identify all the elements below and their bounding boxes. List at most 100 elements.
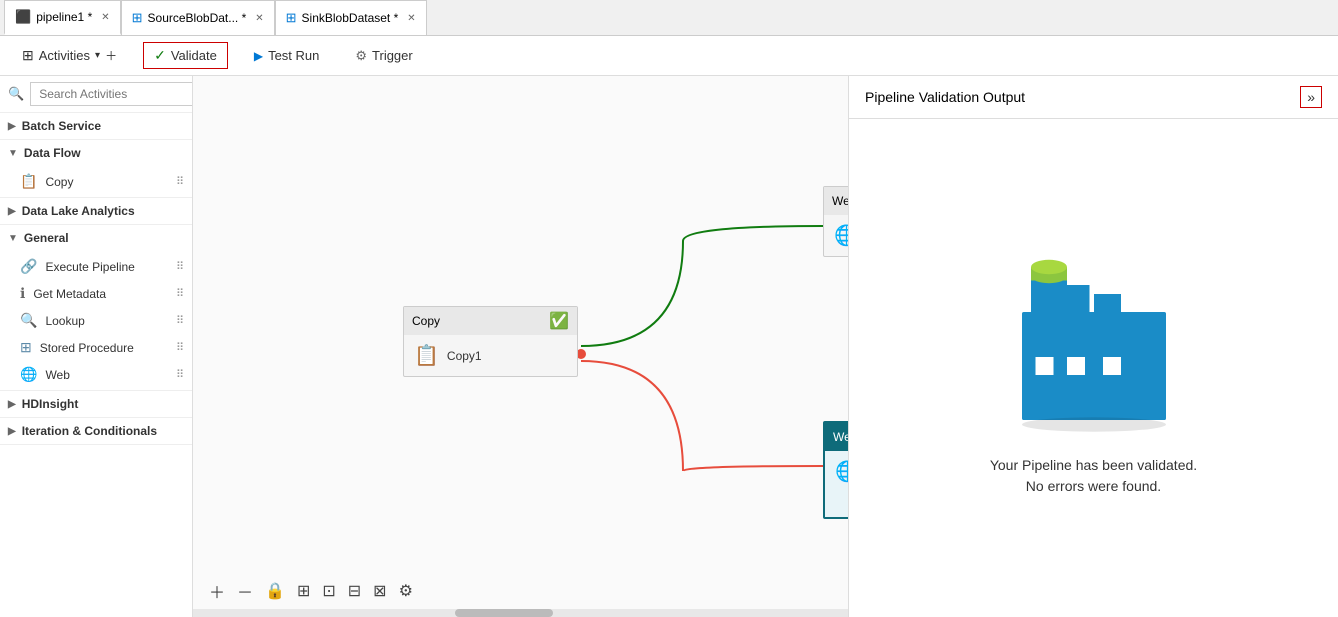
- sidebar-item-copy[interactable]: 📋 Copy ⠿: [0, 168, 192, 195]
- validate-button[interactable]: ✓ Validate: [143, 42, 228, 69]
- iteration-arrow-icon: ▶: [8, 426, 16, 437]
- exec-drag-handle[interactable]: ⠿: [176, 260, 184, 273]
- sidebar: 🔍 ⬆ ＋ ▶ Batch Service ▼ Data Flow 📋: [0, 76, 193, 617]
- sidebar-item-get-metadata[interactable]: ℹ Get Metadata ⠿: [0, 280, 192, 307]
- activities-grid-icon: ⊞: [22, 47, 34, 64]
- canvas-scrollbar[interactable]: [193, 609, 848, 617]
- right-panel: Pipeline Validation Output »: [848, 76, 1338, 617]
- trigger-bolt-icon: ⚙: [355, 48, 367, 64]
- copy-node-label: Copy1: [447, 349, 482, 363]
- sidebar-item-stored-procedure[interactable]: ⊞ Stored Procedure ⠿: [0, 334, 192, 361]
- sidebar-section-dataflow: ▼ Data Flow 📋 Copy ⠿: [0, 140, 192, 198]
- copy-drag-handle[interactable]: ⠿: [176, 175, 184, 188]
- web-success-node-header: Web ✅: [824, 187, 848, 215]
- panel-close-button[interactable]: »: [1300, 86, 1322, 108]
- web-activity-icon: 🌐: [20, 366, 37, 383]
- lock-button[interactable]: 🔒: [261, 579, 289, 603]
- copy-node-title: Copy: [412, 314, 440, 328]
- tab-source-blob-close[interactable]: ✕: [255, 13, 263, 24]
- zoom-in-button[interactable]: ＋: [205, 577, 229, 605]
- data-lake-label: Data Lake Analytics: [22, 204, 135, 218]
- lookup-label: Lookup: [45, 314, 84, 328]
- web-failure-node-body: 🌐 SendFailureEmailActiv...: [825, 451, 848, 492]
- web-success-node-title: Web: [832, 194, 848, 208]
- canvas[interactable]: Copy ✅ 📋 Copy1 Web ✅ 🌐 SendSuccessEmailA…: [193, 76, 848, 617]
- data-lake-header[interactable]: ▶ Data Lake Analytics: [0, 198, 192, 224]
- data-lake-arrow-icon: ▶: [8, 206, 16, 217]
- tab-pipeline1-close[interactable]: ✕: [101, 12, 109, 23]
- web-failure-node-header: Web ✅: [825, 423, 848, 451]
- test-run-button[interactable]: ▶ Test Run: [244, 44, 330, 67]
- canvas-inner: Copy ✅ 📋 Copy1 Web ✅ 🌐 SendSuccessEmailA…: [193, 76, 848, 617]
- web-activity-label: Web: [45, 368, 69, 382]
- web-failure-activity-icon: 🌐: [835, 459, 848, 484]
- data-flow-label: Data Flow: [24, 146, 81, 160]
- data-flow-header[interactable]: ▼ Data Flow: [0, 140, 192, 166]
- tab-source-blob[interactable]: ⊞ SourceBlobDat... * ✕: [121, 0, 275, 35]
- data-flow-content: 📋 Copy ⠿: [0, 166, 192, 197]
- test-run-play-icon: ▶: [254, 49, 263, 63]
- sidebar-header: 🔍 ⬆ ＋: [0, 76, 192, 113]
- sidebar-section-datalake: ▶ Data Lake Analytics: [0, 198, 192, 225]
- arrange-button[interactable]: ⊠: [369, 579, 390, 603]
- web-failure-node[interactable]: Web ✅ 🌐 SendFailureEmailActiv... 🗑 📋 ➡: [823, 421, 848, 519]
- search-input[interactable]: [30, 82, 193, 106]
- validation-line2: No errors were found.: [990, 476, 1197, 497]
- tab-sink-blob-close[interactable]: ✕: [407, 13, 415, 24]
- get-metadata-label: Get Metadata: [33, 287, 106, 301]
- general-arrow-icon: ▼: [8, 233, 18, 244]
- sidebar-section-iteration: ▶ Iteration & Conditionals: [0, 418, 192, 445]
- stored-procedure-label: Stored Procedure: [40, 341, 134, 355]
- zoom-out-button[interactable]: －: [233, 577, 257, 605]
- tab-bar: ⬛ pipeline1 * ✕ ⊞ SourceBlobDat... * ✕ ⊞…: [0, 0, 1338, 36]
- test-run-label: Test Run: [268, 48, 319, 63]
- hdinsight-header[interactable]: ▶ HDInsight: [0, 391, 192, 417]
- hdinsight-label: HDInsight: [22, 397, 79, 411]
- right-panel-title: Pipeline Validation Output: [865, 89, 1025, 105]
- tab-sink-blob[interactable]: ⊞ SinkBlobDataset * ✕: [275, 0, 427, 35]
- general-header[interactable]: ▼ General: [0, 225, 192, 251]
- sidebar-item-execute-pipeline[interactable]: 🔗 Execute Pipeline ⠿: [0, 253, 192, 280]
- batch-service-header[interactable]: ▶ Batch Service: [0, 113, 192, 139]
- properties-button[interactable]: ⚙: [395, 579, 417, 603]
- copy-node-activity-icon: 📋: [414, 343, 439, 368]
- sp-drag-handle[interactable]: ⠿: [176, 341, 184, 354]
- lookup-icon: 🔍: [20, 312, 37, 329]
- get-metadata-icon: ℹ: [20, 285, 25, 302]
- web-success-activity-icon: 🌐: [834, 223, 848, 248]
- web-failure-node-title: Web: [833, 430, 848, 444]
- trigger-button[interactable]: ⚙ Trigger: [345, 44, 422, 68]
- scrollbar-thumb: [455, 609, 553, 617]
- stored-procedure-icon: ⊞: [20, 339, 32, 356]
- activities-button[interactable]: ⊞ Activities ▾ ＋: [12, 43, 127, 68]
- lookup-drag-handle[interactable]: ⠿: [176, 314, 184, 327]
- copy-activity-label: Copy: [45, 175, 73, 189]
- copy-node[interactable]: Copy ✅ 📋 Copy1: [403, 306, 578, 377]
- batch-service-arrow-icon: ▶: [8, 121, 16, 132]
- execute-pipeline-label: Execute Pipeline: [45, 260, 134, 274]
- validation-line1: Your Pipeline has been validated.: [990, 455, 1197, 476]
- web-success-node[interactable]: Web ✅ 🌐 SendSuccessEmailActi...: [823, 186, 848, 257]
- iteration-header[interactable]: ▶ Iteration & Conditionals: [0, 418, 192, 444]
- tab-pipeline1[interactable]: ⬛ pipeline1 * ✕: [4, 0, 121, 35]
- source-blob-tab-icon: ⊞: [132, 10, 143, 26]
- pipeline-tab-icon: ⬛: [15, 9, 31, 25]
- web-failure-node-actions: 🗑 📋 ➡: [825, 492, 848, 517]
- sidebar-item-web[interactable]: 🌐 Web ⠿: [0, 361, 192, 388]
- copy-node-success-icon: ✅: [549, 311, 569, 331]
- main-layout: 🔍 ⬆ ＋ ▶ Batch Service ▼ Data Flow 📋: [0, 76, 1338, 617]
- web-success-node-body: 🌐 SendSuccessEmailActi...: [824, 215, 848, 256]
- factory-svg: [1004, 239, 1184, 439]
- fit-all-button[interactable]: ⊟: [344, 579, 365, 603]
- validate-label: Validate: [171, 48, 217, 63]
- metadata-drag-handle[interactable]: ⠿: [176, 287, 184, 300]
- sink-blob-tab-icon: ⊞: [286, 10, 297, 26]
- general-content: 🔗 Execute Pipeline ⠿ ℹ Get Metadata ⠿ 🔍 …: [0, 251, 192, 390]
- zoom-select-button[interactable]: ⊡: [318, 579, 339, 603]
- fit-button[interactable]: ⊞: [293, 579, 314, 603]
- web-drag-handle[interactable]: ⠿: [176, 368, 184, 381]
- sidebar-item-lookup[interactable]: 🔍 Lookup ⠿: [0, 307, 192, 334]
- tab-pipeline1-label: pipeline1 *: [36, 10, 92, 24]
- toolbar: ⊞ Activities ▾ ＋ ✓ Validate ▶ Test Run ⚙…: [0, 36, 1338, 76]
- tab-sink-blob-label: SinkBlobDataset *: [302, 11, 399, 25]
